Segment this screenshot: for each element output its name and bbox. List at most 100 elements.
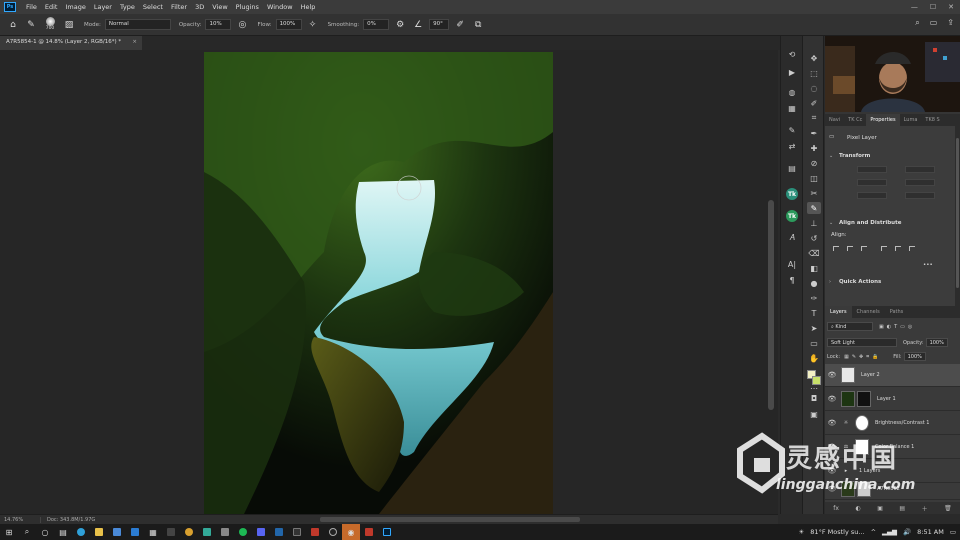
smoothing-gear-icon[interactable]: ⚙	[393, 18, 407, 32]
properties-scroll-thumb[interactable]	[956, 138, 959, 288]
character-icon[interactable]: 𝐴	[785, 232, 799, 244]
windows-start-icon[interactable]: ⊞	[0, 524, 18, 540]
content-aware-icon[interactable]: ✂	[807, 187, 821, 199]
clone-stamp-icon[interactable]: ⊥	[807, 217, 821, 229]
widgets-icon[interactable]: ▤	[54, 524, 72, 540]
menu-help[interactable]: Help	[297, 3, 320, 11]
patch-tool-icon[interactable]: ◫	[807, 172, 821, 184]
width-field[interactable]	[857, 166, 887, 173]
gradient-tool-icon[interactable]: ◧	[807, 262, 821, 274]
height-field[interactable]	[905, 166, 935, 173]
terminal-icon[interactable]	[162, 524, 180, 540]
share-icon[interactable]: ⇪	[947, 18, 954, 28]
crop-tool-icon[interactable]: ⌗	[807, 112, 821, 124]
photos-icon[interactable]	[198, 524, 216, 540]
lasso-tool-icon[interactable]: ◌	[807, 82, 821, 94]
notes-icon[interactable]	[216, 524, 234, 540]
align-left-icon[interactable]	[833, 246, 839, 251]
align-top-icon[interactable]	[881, 246, 887, 251]
x-field[interactable]	[857, 179, 887, 186]
tab-properties[interactable]: Properties	[866, 114, 900, 126]
vertical-scrollbar[interactable]	[768, 200, 774, 410]
blend-mode-select[interactable]: Soft Light	[827, 338, 897, 347]
canvas-area[interactable]	[0, 50, 778, 514]
workspace-icon[interactable]: ▭	[930, 18, 938, 28]
menu-file[interactable]: File	[22, 3, 41, 11]
chevron-down-icon[interactable]: ⌄	[829, 220, 833, 226]
filter-icons[interactable]: ▣◐T▭◎	[879, 324, 915, 330]
marquee-tool-icon[interactable]: ⬚	[807, 67, 821, 79]
brush-tool-icon[interactable]: ✎	[24, 18, 38, 32]
layer-opacity-field[interactable]: 100%	[925, 338, 948, 347]
maximize-button[interactable]: ☐	[930, 3, 936, 11]
libraries-icon[interactable]: ▤	[785, 162, 799, 174]
minimize-button[interactable]: —	[911, 3, 918, 11]
align-middle-icon[interactable]	[895, 246, 901, 251]
menu-plugins[interactable]: Plugins	[232, 3, 263, 11]
align-right-icon[interactable]	[861, 246, 867, 251]
spot-healing-icon[interactable]: ⊘	[807, 157, 821, 169]
network-icon[interactable]: ▂▄▆	[882, 528, 897, 536]
color-icon[interactable]: ◍	[785, 86, 799, 98]
quick-select-tool-icon[interactable]: ✐	[807, 97, 821, 109]
brush-preset-picker[interactable]: 700	[42, 16, 58, 33]
spotify-icon[interactable]	[234, 524, 252, 540]
properties-scrollbar[interactable]	[955, 126, 960, 316]
visibility-eye-icon[interactable]: 👁	[825, 419, 839, 427]
adjustments-icon[interactable]: ⇄	[785, 140, 799, 152]
horizontal-scrollbar[interactable]	[320, 517, 580, 522]
path-select-icon[interactable]: ➤	[807, 322, 821, 334]
app-red-icon[interactable]	[360, 524, 378, 540]
tab-tk-cc[interactable]: TK Cc	[844, 114, 866, 126]
delete-layer-icon[interactable]: 🗑	[944, 505, 952, 512]
paragraph-icon[interactable]: ¶	[785, 274, 799, 286]
app-blue-icon[interactable]	[270, 524, 288, 540]
background-color-swatch[interactable]	[812, 376, 821, 385]
add-mask-icon[interactable]: ◐	[855, 505, 860, 512]
menu-filter[interactable]: Filter	[167, 3, 191, 11]
doc-size[interactable]: Doc: 343.8M/1.97G	[40, 516, 120, 523]
brush-tool-icon-active[interactable]: ✎	[807, 202, 821, 214]
flip-field[interactable]	[905, 192, 935, 199]
airbrush-icon[interactable]: ✧	[306, 18, 320, 32]
opacity-field[interactable]: 10%	[205, 19, 232, 30]
align-center-icon[interactable]	[847, 246, 853, 251]
recording-app-icon[interactable]: ◉	[342, 524, 360, 540]
eraser-tool-icon[interactable]: ⌫	[807, 247, 821, 259]
chevron-down-icon[interactable]: ⌄	[829, 153, 833, 159]
search-icon[interactable]: ⌕	[915, 18, 919, 28]
visibility-eye-icon[interactable]: 👁	[825, 395, 839, 403]
fill-field[interactable]: 100%	[903, 352, 926, 361]
healing-tool-icon[interactable]: ✚	[807, 142, 821, 154]
notifications-icon[interactable]: ▭	[950, 528, 956, 536]
history-icon[interactable]: ⟲	[785, 48, 799, 60]
edge-icon[interactable]	[72, 524, 90, 540]
app-dark-icon[interactable]	[288, 524, 306, 540]
menu-view[interactable]: View	[208, 3, 231, 11]
new-layer-icon[interactable]: ＋	[922, 504, 928, 513]
dodge-tool-icon[interactable]: ●	[807, 277, 821, 289]
swatches-icon[interactable]: ▦	[785, 102, 799, 114]
pressure-size-icon[interactable]: ✐	[453, 18, 467, 32]
new-group-icon[interactable]: ▤	[899, 505, 905, 512]
discord-icon[interactable]	[252, 524, 270, 540]
weather-icon[interactable]: ☀	[798, 528, 804, 536]
shape-tool-icon[interactable]: ▭	[807, 337, 821, 349]
layer-row-brightness-contrast[interactable]: 👁 ☼ Brightness/Contrast 1	[825, 412, 960, 435]
transform-heading[interactable]: Transform	[839, 153, 870, 159]
zoom-level[interactable]: 14.76%	[0, 517, 40, 523]
align-heading[interactable]: Align and Distribute	[839, 220, 901, 226]
mail-icon[interactable]	[126, 524, 144, 540]
tab-layers[interactable]: Layers	[825, 306, 852, 318]
glyphs-icon[interactable]: A|	[785, 258, 799, 270]
more-options-button[interactable]: •••	[923, 262, 933, 268]
new-adjustment-icon[interactable]: ▣	[877, 505, 883, 512]
clock[interactable]: 8:51 AM	[917, 528, 944, 536]
symmetry-icon[interactable]: ⧉	[471, 18, 485, 32]
photoshop-taskbar-icon[interactable]	[378, 524, 396, 540]
move-tool-icon[interactable]: ✥	[807, 52, 821, 64]
fx-icon[interactable]: fx	[833, 505, 839, 512]
acrobat-icon[interactable]	[306, 524, 324, 540]
smoothing-field[interactable]: 0%	[363, 19, 390, 30]
close-tab-icon[interactable]: ×	[132, 39, 137, 45]
